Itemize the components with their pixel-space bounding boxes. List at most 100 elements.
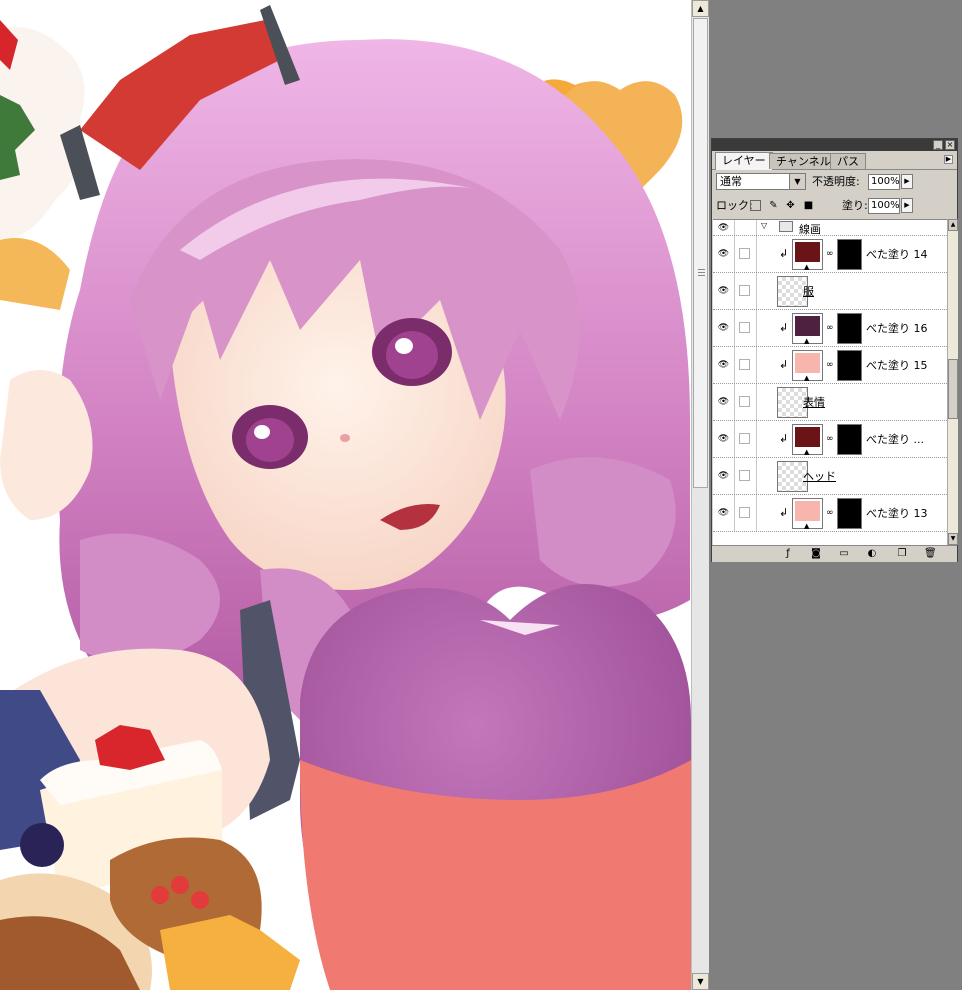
- new-group-icon[interactable]: ▭: [838, 548, 850, 560]
- arrow-up-icon: ▲: [697, 4, 704, 13]
- link-box[interactable]: [739, 470, 750, 481]
- fill-icon: ▲: [804, 448, 810, 456]
- add-mask-icon[interactable]: ◙: [810, 548, 822, 560]
- scroll-up-button[interactable]: ▲: [692, 0, 709, 17]
- fill-icon: ▲: [804, 337, 810, 345]
- layer-clothes[interactable]: 👁 服: [713, 273, 947, 310]
- layer-name: 表情: [803, 396, 825, 409]
- trash-icon[interactable]: 🗑: [924, 548, 937, 560]
- layer-name: べた塗り 13: [866, 507, 928, 520]
- link-box[interactable]: [739, 359, 750, 370]
- eye-icon[interactable]: 👁: [713, 220, 735, 235]
- eye-icon[interactable]: 👁: [713, 236, 735, 272]
- link-icon: ∞: [826, 360, 834, 370]
- eye-icon[interactable]: 👁: [713, 310, 735, 346]
- clipping-arrow-icon: ↲: [779, 506, 789, 519]
- layer-head[interactable]: 👁 ヘッド: [713, 458, 947, 495]
- layer-name: べた塗り 16: [866, 322, 928, 335]
- arrow-down-icon[interactable]: ▼: [948, 533, 958, 545]
- close-icon[interactable]: ×: [945, 140, 955, 150]
- layer-expression[interactable]: 👁 表情: [713, 384, 947, 421]
- arrow-up-icon[interactable]: ▲: [948, 219, 958, 231]
- scroll-down-button[interactable]: ▼: [692, 973, 709, 990]
- tab-paths[interactable]: パス: [830, 153, 866, 169]
- eye-icon[interactable]: 👁: [713, 495, 735, 531]
- layer-mask-thumbnail: [837, 239, 862, 270]
- eye-icon[interactable]: 👁: [713, 347, 735, 383]
- layer-name: ヘッド: [803, 470, 836, 483]
- minimize-icon[interactable]: _: [933, 140, 943, 150]
- link-box[interactable]: [739, 322, 750, 333]
- layer-name: べた塗り ...: [866, 433, 924, 446]
- blend-row: 通常 ▼ 不透明度: 100% ▶: [712, 171, 957, 193]
- layer-fill-truncated[interactable]: 👁 ↲ ▲ ∞ べた塗り ...: [713, 421, 947, 458]
- opacity-slider-button[interactable]: ▶: [901, 174, 913, 189]
- layer-thumbnail: ▲: [792, 424, 823, 456]
- fill-icon: ▲: [804, 263, 810, 271]
- layer-style-icon[interactable]: ƒ: [782, 548, 794, 560]
- panel-tabs: レイヤー チャンネル パス ▶: [712, 151, 957, 170]
- clipping-arrow-icon: ↲: [779, 358, 789, 371]
- lock-image-icon[interactable]: ✎: [768, 200, 779, 211]
- layer-thumbnail: ▲: [792, 350, 823, 382]
- color-swatch: [795, 501, 820, 521]
- fill-slider-button[interactable]: ▶: [901, 198, 913, 213]
- link-icon: ∞: [826, 323, 834, 333]
- layer-name: 線画: [799, 223, 821, 236]
- eye-icon[interactable]: 👁: [713, 273, 735, 309]
- clipping-arrow-icon: ↲: [779, 321, 789, 334]
- fill-input[interactable]: 100%: [868, 198, 900, 214]
- tab-channels[interactable]: チャンネル: [769, 153, 838, 169]
- layer-fill-16[interactable]: 👁 ↲ ▲ ∞ べた塗り 16: [713, 310, 947, 347]
- layers-panel: _ × レイヤー チャンネル パス ▶ 通常 ▼ 不透明度: 100% ▶ ロッ…: [711, 138, 958, 562]
- layer-fill-13[interactable]: 👁 ↲ ▲ ∞ べた塗り 13: [713, 495, 947, 532]
- layer-mask-thumbnail: [837, 350, 862, 381]
- opacity-input[interactable]: 100%: [868, 174, 900, 190]
- eye-icon[interactable]: 👁: [713, 384, 735, 420]
- fill-label: 塗り:: [842, 199, 868, 212]
- layer-thumbnail: ▲: [792, 313, 823, 345]
- eye-icon[interactable]: 👁: [713, 458, 735, 494]
- color-swatch: [795, 427, 820, 447]
- layer-group-senga[interactable]: 👁 ▽ 線画: [713, 220, 947, 236]
- layer-mask-thumbnail: [837, 313, 862, 344]
- fill-icon: ▲: [804, 374, 810, 382]
- link-box[interactable]: [739, 433, 750, 444]
- layer-name: 服: [803, 285, 814, 298]
- link-cell[interactable]: [735, 220, 757, 235]
- chevron-down-icon[interactable]: ▼: [789, 174, 805, 189]
- lock-transparency-icon[interactable]: [750, 200, 761, 211]
- color-swatch: [795, 242, 820, 262]
- scroll-thumb[interactable]: [693, 18, 708, 488]
- link-box[interactable]: [739, 285, 750, 296]
- blend-mode-select[interactable]: 通常 ▼: [716, 173, 806, 190]
- layer-list-scrollbar[interactable]: ▲ ▼: [947, 219, 958, 545]
- fill-icon: ▲: [804, 522, 810, 530]
- clipping-arrow-icon: ↲: [779, 432, 789, 445]
- layer-list[interactable]: 👁 ▽ 線画 👁 ↲ ▲ ∞ べた塗り 14 👁 服 👁 ↲ ▲ ∞ べた塗り …: [713, 219, 947, 546]
- layer-mask-thumbnail: [837, 424, 862, 455]
- clipping-arrow-icon: ↲: [779, 247, 789, 260]
- layer-fill-14[interactable]: 👁 ↲ ▲ ∞ べた塗り 14: [713, 236, 947, 273]
- eye-icon[interactable]: 👁: [713, 421, 735, 457]
- lock-all-icon[interactable]: ■: [803, 200, 814, 211]
- tab-layers[interactable]: レイヤー: [715, 152, 773, 170]
- layer-mask-thumbnail: [837, 498, 862, 529]
- layer-scroll-thumb[interactable]: [948, 359, 958, 419]
- layer-name: べた塗り 15: [866, 359, 928, 372]
- folder-icon: [779, 221, 793, 232]
- link-box[interactable]: [739, 248, 750, 259]
- panel-menu-icon[interactable]: ▶: [944, 155, 953, 164]
- color-swatch: [795, 316, 820, 336]
- chevron-down-icon[interactable]: ▽: [761, 221, 767, 230]
- image-canvas[interactable]: [0, 0, 691, 990]
- layer-fill-15[interactable]: 👁 ↲ ▲ ∞ べた塗り 15: [713, 347, 947, 384]
- canvas-vertical-scrollbar[interactable]: ▲ ▼: [691, 0, 709, 990]
- adjustment-layer-icon[interactable]: ◐: [866, 548, 878, 560]
- link-box[interactable]: [739, 507, 750, 518]
- new-layer-icon[interactable]: ❐: [896, 548, 908, 560]
- layers-bottom-toolbar: ƒ ◙ ▭ ◐ ❐ 🗑: [712, 545, 957, 562]
- link-box[interactable]: [739, 396, 750, 407]
- panel-titlebar[interactable]: _ ×: [712, 139, 957, 151]
- lock-position-icon[interactable]: ✥: [785, 200, 796, 211]
